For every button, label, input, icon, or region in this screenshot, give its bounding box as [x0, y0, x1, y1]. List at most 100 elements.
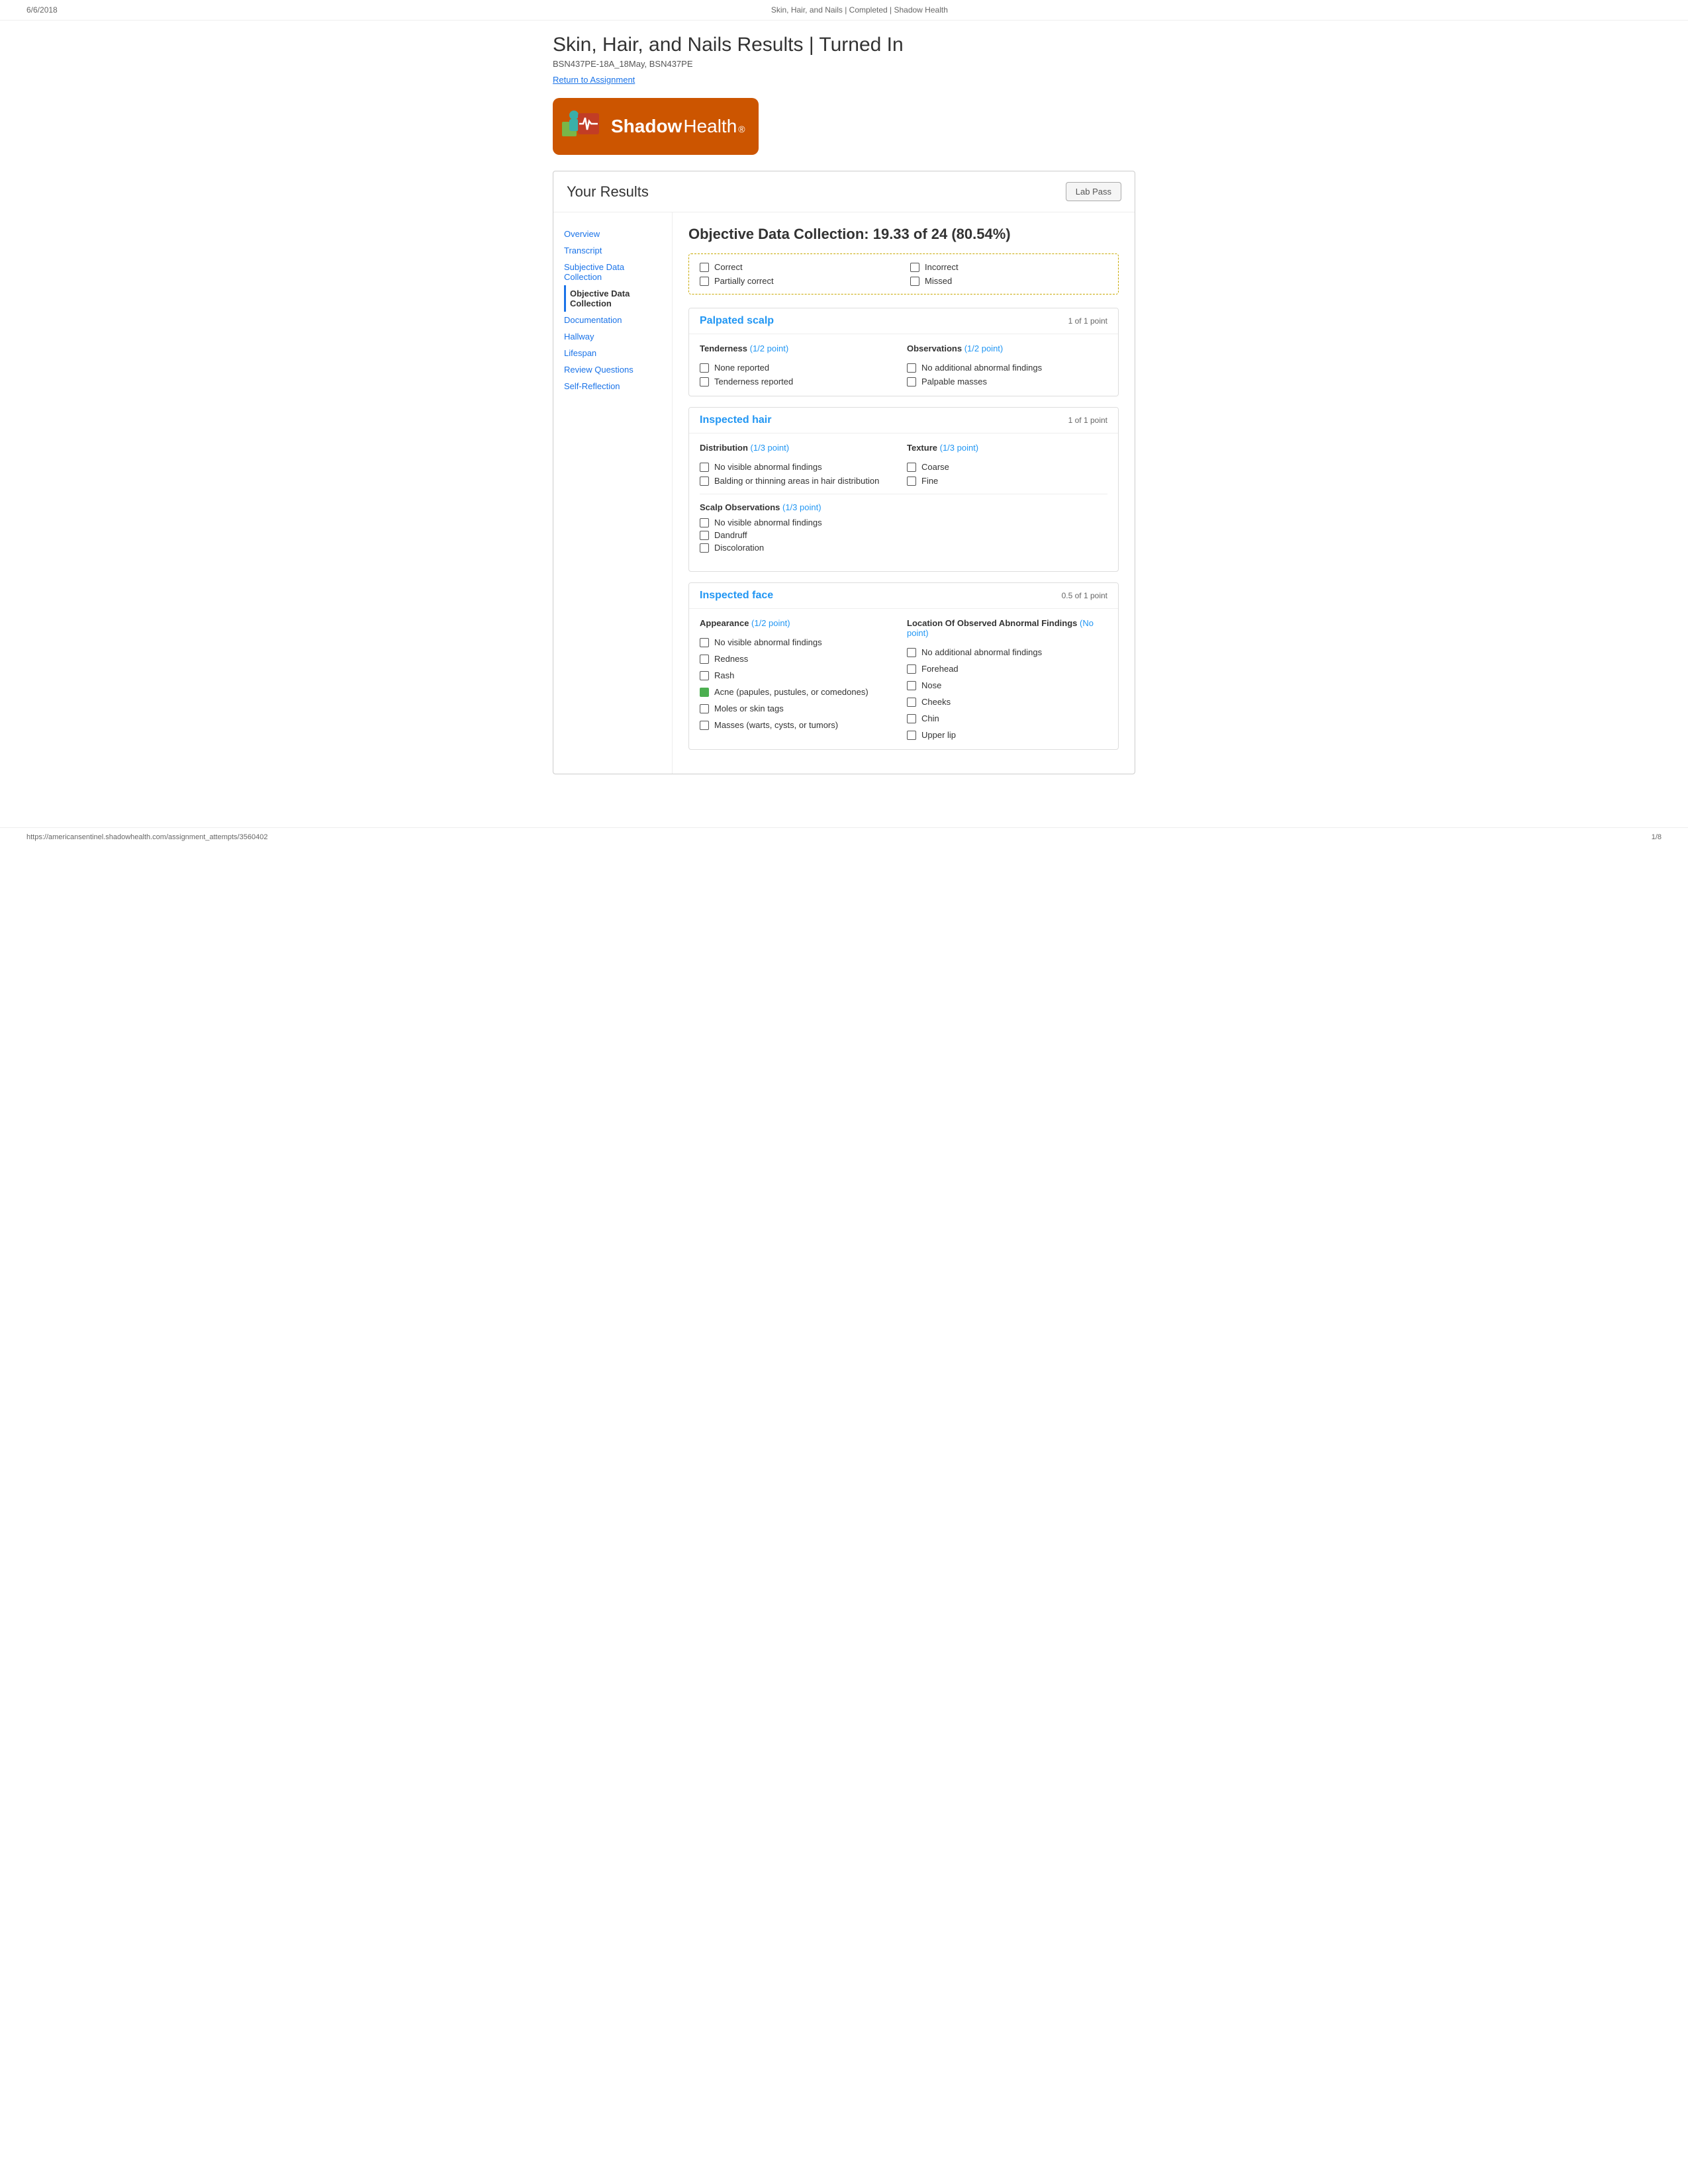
appearance-title: Appearance (1/2 point)	[700, 618, 900, 628]
tenderness-reported-label: Tenderness reported	[714, 377, 793, 387]
none-reported-checkbox	[700, 363, 709, 373]
logo-health-text: Health	[683, 116, 737, 137]
coarse-checkbox	[907, 463, 916, 472]
balding-checkbox	[700, 477, 709, 486]
texture-points: (1/3 point)	[940, 443, 979, 453]
sidebar-item-hallway[interactable]: Hallway	[564, 328, 661, 345]
card-inspected-face: Inspected face 0.5 of 1 point Appearance…	[688, 582, 1119, 750]
redness-label: Redness	[714, 654, 748, 664]
rash-checkbox	[700, 671, 709, 680]
bottom-page: 1/8	[1652, 833, 1662, 841]
scalp-obs-points: (1/3 point)	[782, 502, 821, 512]
observations-col: Observations (1/2 point) No additional a…	[907, 343, 1107, 387]
shadow-health-logo: Shadow Health ®	[553, 98, 759, 155]
return-to-assignment-link[interactable]: Return to Assignment	[553, 75, 635, 85]
option-upper-lip: Upper lip	[907, 730, 1107, 740]
location-title: Location Of Observed Abnormal Findings (…	[907, 618, 1107, 638]
moles-checkbox	[700, 704, 709, 713]
chin-checkbox	[907, 714, 916, 723]
logo-shadow-text: Shadow	[611, 116, 682, 137]
acne-label: Acne (papules, pustules, or comedones)	[714, 687, 868, 697]
appearance-points: (1/2 point)	[751, 618, 790, 628]
legend-correct: Correct	[700, 262, 897, 272]
card-inspected-face-body: Appearance (1/2 point) No visible abnorm…	[689, 609, 1118, 749]
card-palpated-scalp-header: Palpated scalp 1 of 1 point	[689, 308, 1118, 334]
sidebar-item-review[interactable]: Review Questions	[564, 361, 661, 378]
sidebar-item-transcript[interactable]: Transcript	[564, 242, 661, 259]
option-dandruff: Dandruff	[700, 530, 1107, 540]
main-content: Objective Data Collection: 19.33 of 24 (…	[673, 212, 1135, 774]
sidebar-item-overview[interactable]: Overview	[564, 226, 661, 242]
option-no-visible-face: No visible abnormal findings	[700, 637, 900, 647]
option-fine: Fine	[907, 476, 1107, 486]
forehead-label: Forehead	[921, 664, 959, 674]
none-reported-label: None reported	[714, 363, 769, 373]
moles-label: Moles or skin tags	[714, 704, 784, 713]
card-inspected-hair-header: Inspected hair 1 of 1 point	[689, 408, 1118, 433]
topbar-date: 6/6/2018	[26, 5, 58, 15]
option-coarse: Coarse	[907, 462, 1107, 472]
scalp-observations-section: Scalp Observations (1/3 point) No visibl…	[700, 502, 1107, 553]
option-no-visible-scalp: No visible abnormal findings	[700, 518, 1107, 527]
card-palpated-scalp: Palpated scalp 1 of 1 point Tenderness (…	[688, 308, 1119, 396]
missed-checkbox-icon	[910, 277, 919, 286]
results-heading: Your Results	[567, 183, 649, 201]
legend-missed-label: Missed	[925, 276, 952, 286]
legend-incorrect: Incorrect	[910, 262, 1107, 272]
results-header: Your Results Lab Pass	[553, 171, 1135, 212]
palpable-masses-checkbox	[907, 377, 916, 387]
sidebar: Overview Transcript Subjective Data Coll…	[553, 212, 673, 774]
partial-checkbox-icon	[700, 277, 709, 286]
palpated-scalp-grid: Tenderness (1/2 point) None reported Ten…	[700, 343, 1107, 387]
card-palpated-scalp-points: 1 of 1 point	[1068, 316, 1107, 326]
option-none-reported: None reported	[700, 363, 900, 373]
acne-checkbox	[700, 688, 709, 697]
option-redness: Redness	[700, 654, 900, 664]
location-abnormal-col: Location Of Observed Abnormal Findings (…	[907, 618, 1107, 740]
card-palpated-scalp-body: Tenderness (1/2 point) None reported Ten…	[689, 334, 1118, 396]
no-visible-distribution-checkbox	[700, 463, 709, 472]
rash-label: Rash	[714, 670, 734, 680]
scalp-obs-title: Scalp Observations (1/3 point)	[700, 502, 1107, 512]
no-visible-distribution-label: No visible abnormal findings	[714, 462, 822, 472]
card-inspected-face-points: 0.5 of 1 point	[1062, 591, 1107, 600]
legend-incorrect-label: Incorrect	[925, 262, 959, 272]
hair-top-grid: Distribution (1/3 point) No visible abno…	[700, 443, 1107, 486]
main-section-title: Objective Data Collection: 19.33 of 24 (…	[688, 226, 1119, 243]
sidebar-item-subjective[interactable]: Subjective Data Collection	[564, 259, 661, 285]
discoloration-checkbox	[700, 543, 709, 553]
card-inspected-hair-points: 1 of 1 point	[1068, 416, 1107, 425]
distribution-col: Distribution (1/3 point) No visible abno…	[700, 443, 900, 486]
option-discoloration: Discoloration	[700, 543, 1107, 553]
option-chin: Chin	[907, 713, 1107, 723]
option-tenderness-reported: Tenderness reported	[700, 377, 900, 387]
option-acne: Acne (papules, pustules, or comedones)	[700, 687, 900, 697]
card-inspected-hair: Inspected hair 1 of 1 point Distribution…	[688, 407, 1119, 572]
appearance-col: Appearance (1/2 point) No visible abnorm…	[700, 618, 900, 740]
option-nose: Nose	[907, 680, 1107, 690]
logo-icon-svg	[558, 103, 604, 150]
logo-registered: ®	[738, 124, 745, 134]
lab-pass-button[interactable]: Lab Pass	[1066, 182, 1121, 201]
card-inspected-face-title: Inspected face	[700, 590, 773, 602]
option-balding: Balding or thinning areas in hair distri…	[700, 476, 900, 486]
no-visible-face-label: No visible abnormal findings	[714, 637, 822, 647]
location-points: (No point)	[907, 618, 1094, 638]
dandruff-checkbox	[700, 531, 709, 540]
legend-partial-label: Partially correct	[714, 276, 774, 286]
results-body: Overview Transcript Subjective Data Coll…	[553, 212, 1135, 774]
page-subtitle: BSN437PE-18A_18May, BSN437PE	[553, 59, 1135, 69]
nose-label: Nose	[921, 680, 941, 690]
topbar-title: Skin, Hair, and Nails | Completed | Shad…	[771, 5, 948, 15]
fine-label: Fine	[921, 476, 938, 486]
card-inspected-face-header: Inspected face 0.5 of 1 point	[689, 583, 1118, 609]
sidebar-item-objective[interactable]: Objective Data Collection	[564, 285, 661, 312]
sidebar-item-lifespan[interactable]: Lifespan	[564, 345, 661, 361]
card-inspected-hair-title: Inspected hair	[700, 414, 771, 426]
tenderness-points: (1/2 point)	[750, 343, 789, 353]
page-title: Skin, Hair, and Nails Results | Turned I…	[553, 34, 1135, 56]
coarse-label: Coarse	[921, 462, 949, 472]
redness-checkbox	[700, 655, 709, 664]
sidebar-item-self-reflection[interactable]: Self-Reflection	[564, 378, 661, 394]
sidebar-item-documentation[interactable]: Documentation	[564, 312, 661, 328]
